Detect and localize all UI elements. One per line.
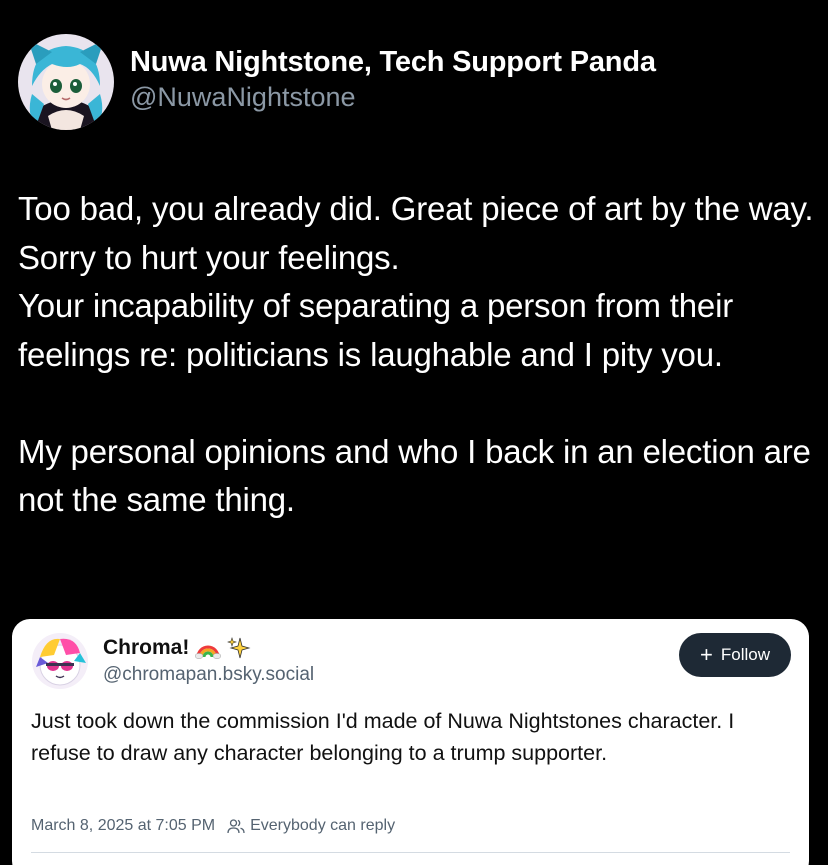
follow-button[interactable]: + Follow [679,633,791,677]
plus-icon: + [700,642,713,667]
embed-author-handle[interactable]: @chromapan.bsky.social [103,663,314,687]
follow-button-label: Follow [720,645,770,664]
embedded-post-card[interactable]: Chroma! @chromapan.bsky.social + Follow … [12,619,809,865]
post-text-line: Your incapability of separating a person… [18,287,733,373]
sparkles-icon [227,636,251,660]
embed-timestamp[interactable]: March 8, 2025 at 7:05 PM [31,817,215,835]
divider [31,852,790,853]
post-text-line: Too bad, you already did. Great piece of… [18,190,814,276]
embed-text: Just took down the commission I'd made o… [31,709,735,765]
rainbow-icon [195,637,222,659]
post-author: Nuwa Nightstone, Tech Support Panda @Nuw… [18,34,656,130]
embed-author-name[interactable]: Chroma! [103,635,189,661]
post-text: Too bad, you already did. Great piece of… [18,185,818,525]
embed-reply-setting: Everybody can reply [250,817,396,834]
post-text-blank-line [18,379,818,428]
embed-meta: March 8, 2025 at 7:05 PM Everybody can r… [31,817,395,835]
embed-avatar[interactable] [32,633,88,689]
people-icon [227,818,245,834]
avatar[interactable] [18,34,114,130]
author-name[interactable]: Nuwa Nightstone, Tech Support Panda [130,44,656,80]
post-text-line: My personal opinions and who I back in a… [18,432,811,519]
author-handle[interactable]: @NuwaNightstone [130,80,656,114]
